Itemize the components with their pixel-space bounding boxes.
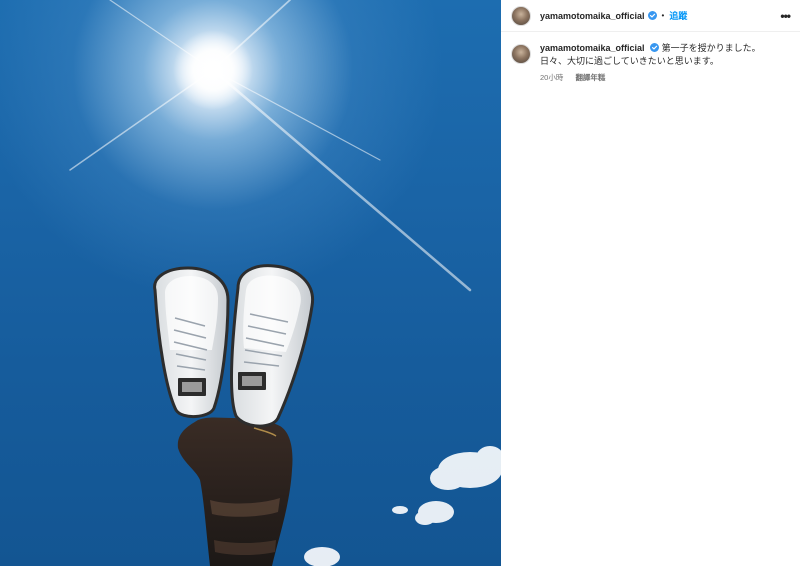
left-shoe: [153, 266, 230, 418]
separator-dot: •: [661, 11, 665, 20]
translate-link[interactable]: 翻譯年糕: [575, 73, 605, 82]
caption-text-line2: 日々、大切に過ごしていきたいと思います。: [540, 56, 719, 66]
instagram-post: yamamotomaika_official • 追蹤 ••• yamamoto…: [0, 0, 800, 566]
timestamp[interactable]: 20小時: [540, 73, 563, 82]
post-photo[interactable]: [0, 0, 501, 566]
caption-text-line1: 第一子を授かりました。: [661, 43, 761, 53]
caption-username[interactable]: yamamotomaika_official: [540, 43, 645, 53]
caption-meta: 20小時 翻譯年糕: [540, 71, 761, 84]
post-header: yamamotomaika_official • 追蹤 •••: [501, 0, 800, 32]
photo-illustration: [69, 0, 501, 566]
clouds: [304, 446, 501, 566]
username-link[interactable]: yamamotomaika_official: [540, 11, 645, 21]
caption: yamamotomaika_official 第一子を授かりました。 日々、大切…: [501, 32, 800, 84]
right-shoe: [230, 264, 315, 428]
avatar[interactable]: [511, 5, 531, 26]
more-options-icon[interactable]: •••: [780, 9, 791, 23]
caption-body: yamamotomaika_official 第一子を授かりました。 日々、大切…: [540, 42, 761, 84]
follow-button[interactable]: 追蹤: [669, 9, 687, 22]
caption-avatar[interactable]: [511, 44, 531, 64]
sun: [173, 30, 253, 110]
verified-badge-icon: [650, 43, 660, 52]
post-side-panel: yamamotomaika_official • 追蹤 ••• yamamoto…: [501, 0, 800, 566]
sun-rays: [69, 0, 472, 292]
verified-badge-icon: [647, 11, 657, 20]
